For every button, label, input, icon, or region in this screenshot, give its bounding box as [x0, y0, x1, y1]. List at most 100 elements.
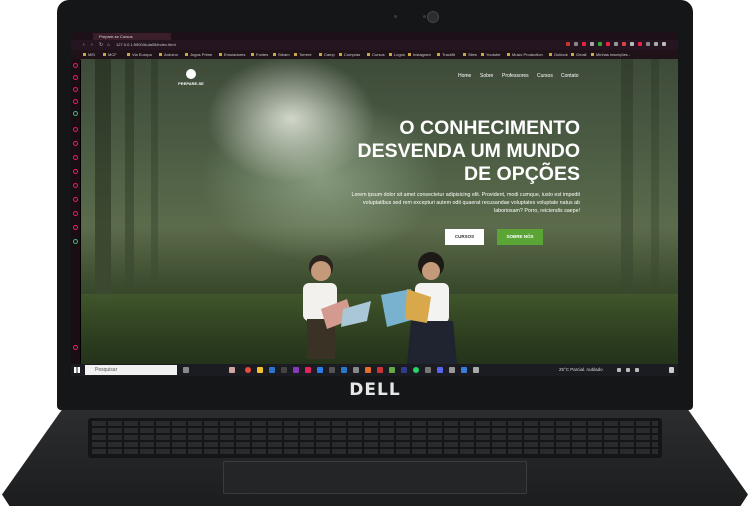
bookmark-item[interactable]: Fontes — [251, 51, 268, 58]
extension-icon[interactable] — [654, 42, 658, 46]
sobre-nos-button[interactable]: SOBRE NÓS — [497, 229, 543, 245]
bookmark-item[interactable]: Camp — [319, 51, 335, 58]
task-view-icon[interactable] — [183, 367, 189, 373]
bookmark-item[interactable]: Via Europa — [127, 51, 152, 58]
sensor-dot — [423, 15, 426, 18]
nav-professores[interactable]: Professores — [502, 73, 529, 79]
app-icon[interactable] — [353, 367, 359, 373]
sidebar-icon[interactable] — [73, 141, 78, 146]
bookmark-item[interactable]: Jogos Prime — [185, 51, 212, 58]
bookmark-item[interactable]: Music Production — [507, 51, 543, 58]
app-icon[interactable] — [437, 367, 443, 373]
sidebar-icon[interactable] — [73, 155, 78, 160]
opera-icon[interactable] — [305, 367, 311, 373]
settings-icon[interactable] — [73, 345, 78, 350]
vscode-icon[interactable] — [341, 367, 347, 373]
bookmark-item[interactable]: Sites — [463, 51, 477, 58]
bookmark-item[interactable]: Torrent — [294, 51, 311, 58]
nav-cursos[interactable]: Cursos — [537, 73, 553, 79]
volume-icon[interactable] — [635, 368, 639, 372]
bookmark-item[interactable]: Steam — [273, 51, 290, 58]
bookmark-item[interactable]: Logos — [389, 51, 405, 58]
windows-start-icon[interactable] — [74, 367, 80, 373]
nav-sobre[interactable]: Sobre — [480, 73, 493, 79]
bookmark-item[interactable]: Youtube — [481, 51, 501, 58]
extension-icon[interactable] — [638, 42, 642, 46]
extension-icon[interactable] — [598, 42, 602, 46]
app-icon[interactable] — [473, 367, 479, 373]
whatsapp-icon[interactable] — [73, 111, 78, 116]
sidebar-icon[interactable] — [73, 127, 78, 132]
hero-text: Lorem ipsum dolor sit amet consectetur a… — [351, 192, 580, 214]
extension-icon[interactable] — [590, 42, 594, 46]
nav-home[interactable]: Home — [458, 73, 471, 79]
webcam — [427, 11, 439, 23]
nav-contato[interactable]: Contato — [561, 73, 579, 79]
extension-icon[interactable] — [630, 42, 634, 46]
notification-icon[interactable] — [669, 367, 674, 373]
tab-active[interactable]: Prepare-se Cursos — [93, 33, 171, 40]
keyboard — [88, 418, 662, 458]
extension-icon[interactable] — [574, 42, 578, 46]
touchpad — [223, 461, 527, 494]
app-icon[interactable] — [377, 367, 383, 373]
app-icon[interactable] — [449, 367, 455, 373]
extension-icon[interactable] — [582, 42, 586, 46]
site-logo[interactable]: PREPARE-SE — [176, 69, 206, 86]
app-icon[interactable] — [389, 367, 395, 373]
bookmark-item[interactable]: Outlook — [549, 51, 568, 58]
extension-icon[interactable] — [606, 42, 610, 46]
sidebar-icon[interactable] — [73, 63, 78, 68]
extension-icon[interactable] — [646, 42, 650, 46]
address-bar: ‹ › ↻ ⌂ 127.0.0.1:5500/Aula05/index.html — [71, 40, 678, 50]
app-icon[interactable] — [425, 367, 431, 373]
sidebar-icon[interactable] — [73, 87, 78, 92]
reload-icon[interactable]: ↻ — [99, 42, 103, 48]
cursos-button[interactable]: CURSOS — [445, 229, 484, 245]
url-field[interactable]: 127.0.0.1:5500/Aula05/index.html — [116, 42, 256, 48]
bookmark-item[interactable]: Trackfit — [437, 51, 455, 58]
sidebar-icon[interactable] — [73, 197, 78, 202]
sidebar-icon[interactable] — [73, 99, 78, 104]
bookmark-item[interactable]: Compras — [339, 51, 360, 58]
tree-trunk — [125, 59, 134, 289]
whatsapp-icon[interactable] — [413, 367, 419, 373]
sidebar-icon[interactable] — [73, 211, 78, 216]
bookmark-item[interactable]: MEI — [83, 51, 95, 58]
chrome-icon[interactable] — [245, 367, 251, 373]
home-icon[interactable]: ⌂ — [107, 42, 110, 48]
sidebar-icon[interactable] — [73, 183, 78, 188]
logo-mark — [186, 69, 196, 79]
bookmark-item[interactable]: Instagram — [408, 51, 431, 58]
explorer-icon[interactable] — [257, 367, 263, 373]
sidebar-icon[interactable] — [73, 169, 78, 174]
app-icon[interactable] — [401, 367, 407, 373]
extension-icon[interactable] — [614, 42, 618, 46]
app-icon[interactable] — [293, 367, 299, 373]
app-icon[interactable] — [229, 367, 235, 373]
sidebar-icon[interactable] — [73, 225, 78, 230]
network-icon[interactable] — [626, 368, 630, 372]
app-icon[interactable] — [269, 367, 275, 373]
bookmark-item[interactable]: Emuladores — [219, 51, 245, 58]
sidebar-icon[interactable] — [73, 75, 78, 80]
app-icon[interactable] — [317, 367, 323, 373]
bookmark-item[interactable]: MCF — [103, 51, 117, 58]
bookmark-item[interactable]: Gmail — [571, 51, 586, 58]
bookmark-item[interactable]: Minhas inscrições - — [591, 51, 630, 58]
app-icon[interactable] — [329, 367, 335, 373]
extension-icon[interactable] — [566, 42, 570, 46]
sidebar-icon[interactable] — [73, 239, 78, 244]
forward-icon[interactable]: › — [91, 42, 93, 48]
app-icon[interactable] — [461, 367, 467, 373]
app-icon[interactable] — [281, 367, 287, 373]
taskbar-search[interactable]: Pesquisar — [85, 365, 177, 375]
weather-status[interactable]: 25°C Parcial. nublado — [559, 366, 603, 374]
back-icon[interactable]: ‹ — [83, 42, 85, 48]
menu-icon[interactable] — [662, 42, 666, 46]
extension-icon[interactable] — [622, 42, 626, 46]
app-icon[interactable] — [365, 367, 371, 373]
tray-icon[interactable] — [617, 368, 621, 372]
bookmark-item[interactable]: Arduino — [159, 51, 178, 58]
bookmark-item[interactable]: Cursos — [367, 51, 385, 58]
